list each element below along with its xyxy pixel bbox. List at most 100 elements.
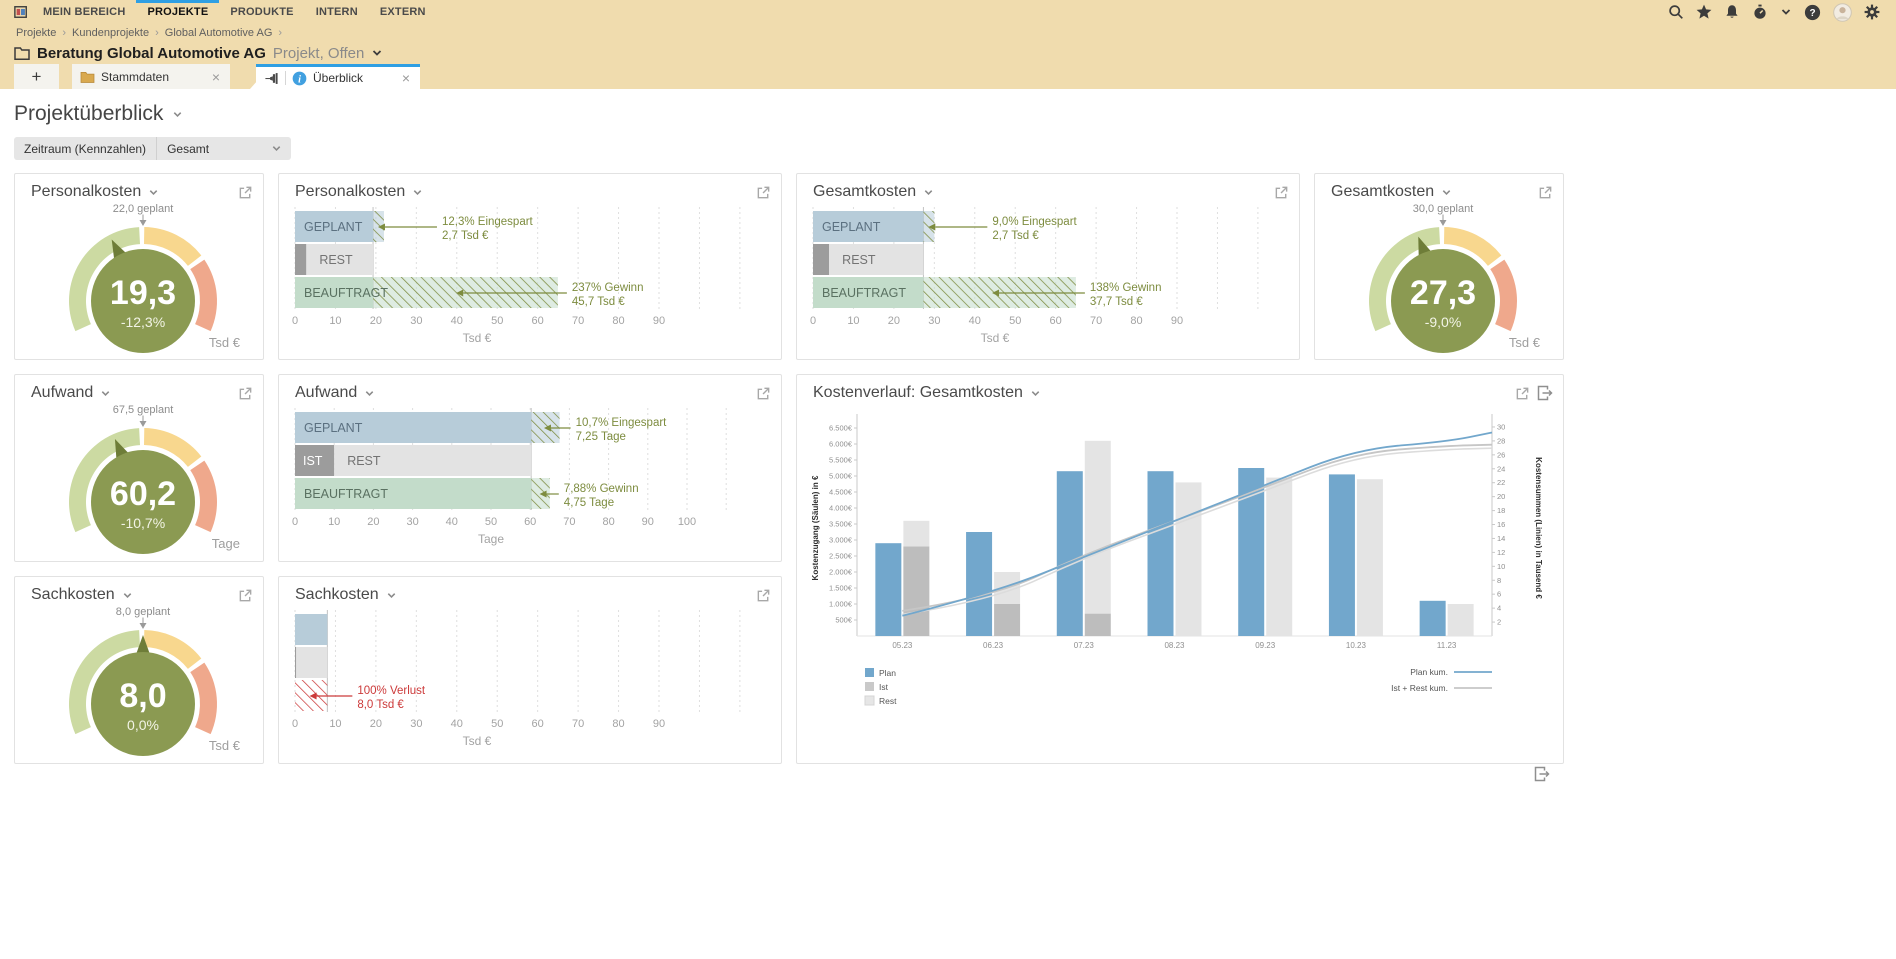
breadcrumb-item[interactable]: Global Automotive AG (165, 27, 273, 39)
close-icon[interactable]: × (210, 69, 222, 85)
svg-text:90: 90 (642, 516, 654, 528)
svg-text:08.23: 08.23 (1164, 641, 1185, 650)
timeframe-filter[interactable]: Zeitraum (Kennzahlen) Gesamt (14, 137, 292, 160)
svg-text:10: 10 (1497, 562, 1505, 571)
search-icon[interactable] (1662, 4, 1690, 20)
notifications-icon[interactable] (1718, 4, 1746, 20)
pin-icon[interactable] (264, 71, 279, 86)
nav-item-mein-bereich[interactable]: MEIN BEREICH (32, 0, 136, 24)
app-logo-icon[interactable] (10, 0, 32, 24)
svg-text:40: 40 (969, 315, 981, 327)
svg-text:19,3: 19,3 (110, 274, 176, 312)
card-title: Kostenverlauf: Gesamtkosten (813, 384, 1023, 401)
nav-item-extern[interactable]: EXTERN (369, 0, 437, 24)
svg-text:60: 60 (524, 516, 536, 528)
svg-text:2,7 Tsd €: 2,7 Tsd € (992, 230, 1039, 242)
nav-item-projekte[interactable]: PROJEKTE (136, 0, 219, 24)
svg-text:2.000€: 2.000€ (829, 568, 853, 577)
nav-item-intern[interactable]: INTERN (305, 0, 369, 24)
breadcrumb: Projekte › Kundenprojekte › Global Automotiv… (0, 24, 1896, 42)
external-link-icon[interactable] (238, 588, 253, 603)
help-icon[interactable]: ? (1798, 4, 1827, 21)
svg-text:09.23: 09.23 (1255, 641, 1276, 650)
svg-text:40: 40 (446, 516, 458, 528)
svg-text:90: 90 (653, 315, 665, 327)
svg-text:8,0: 8,0 (119, 677, 166, 715)
nav-item-produkte[interactable]: PRODUKTE (219, 0, 304, 24)
chevron-down-icon[interactable] (923, 187, 934, 198)
external-link-icon[interactable] (756, 185, 771, 200)
chevron-down-icon[interactable] (172, 109, 183, 120)
svg-text:8: 8 (1497, 576, 1501, 585)
svg-text:-9,0%: -9,0% (1425, 314, 1462, 330)
svg-text:BEAUFTRAGT: BEAUFTRAGT (304, 286, 388, 300)
export-icon[interactable] (1537, 385, 1553, 401)
chevron-down-icon[interactable] (271, 143, 282, 154)
content-area: Projektüberblick Zeitraum (Kennzahlen) G… (0, 89, 1896, 764)
breadcrumb-item[interactable]: Projekte (16, 27, 56, 39)
svg-text:5.000€: 5.000€ (829, 472, 853, 481)
chevron-down-icon[interactable] (386, 590, 397, 601)
sachkosten-bar-chart: 0 10 20 30 40 50 60 70 80 90 Tsd € 100% Verlust 8,0 … (279, 604, 781, 754)
chevron-down-icon[interactable] (1030, 388, 1041, 399)
svg-text:30: 30 (410, 315, 422, 327)
external-link-icon[interactable] (1274, 185, 1289, 200)
svg-text:12: 12 (1497, 548, 1505, 557)
chevron-down-icon[interactable] (371, 47, 383, 59)
stopwatch-icon[interactable] (1746, 4, 1774, 20)
gesamtkosten-bar-chart: 0 10 20 30 40 50 60 70 80 90 Tsd € GEPLANT 9,0% Eing… (797, 201, 1299, 351)
svg-text:27,3: 27,3 (1410, 274, 1476, 312)
svg-text:22,0 geplant: 22,0 geplant (113, 203, 174, 215)
svg-text:0: 0 (292, 718, 298, 730)
svg-text:40: 40 (451, 718, 463, 730)
external-link-icon[interactable] (756, 386, 771, 401)
close-icon[interactable]: × (400, 70, 412, 86)
svg-text:2,7 Tsd €: 2,7 Tsd € (442, 230, 489, 242)
chevron-down-icon[interactable] (1774, 6, 1798, 18)
svg-text:67,5 geplant: 67,5 geplant (113, 404, 174, 416)
svg-text:10.23: 10.23 (1346, 641, 1367, 650)
svg-text:60,2: 60,2 (110, 475, 176, 513)
chevron-down-icon[interactable] (148, 187, 159, 198)
card-aufwand-gauge: Aufwand 67,5 geplant 60,2 -10,7% Tage (14, 374, 264, 562)
svg-text:6: 6 (1497, 590, 1501, 599)
info-icon: i (292, 71, 307, 86)
tab-ueberblick[interactable]: i Überblick × (256, 64, 420, 89)
svg-text:14: 14 (1497, 534, 1505, 543)
external-link-icon[interactable] (756, 588, 771, 603)
svg-text:10: 10 (329, 718, 341, 730)
external-link-icon[interactable] (238, 185, 253, 200)
card-title: Personalkosten (31, 183, 142, 200)
aufwand-gauge-chart: 67,5 geplant 60,2 -10,7% Tage (15, 402, 263, 556)
chevron-down-icon[interactable] (122, 590, 133, 601)
topbar-icons: ? (1662, 0, 1886, 24)
svg-text:BEAUFTRAGT: BEAUFTRAGT (304, 487, 388, 501)
svg-text:50: 50 (491, 718, 503, 730)
breadcrumb-item[interactable]: Kundenprojekte (72, 27, 149, 39)
card-sachkosten-gauge: Sachkosten 8,0 geplant 8,0 0,0% Tsd € (14, 576, 264, 764)
svg-text:Tsd €: Tsd € (1509, 335, 1541, 350)
settings-icon[interactable] (1858, 4, 1886, 20)
svg-text:REST: REST (347, 454, 381, 468)
avatar[interactable] (1827, 2, 1858, 22)
svg-text:80: 80 (602, 516, 614, 528)
chevron-down-icon[interactable] (412, 187, 423, 198)
svg-text:1.000€: 1.000€ (829, 600, 853, 609)
card-title: Personalkosten (295, 183, 406, 200)
svg-text:100% Verlust: 100% Verlust (357, 685, 426, 697)
svg-text:Tsd €: Tsd € (463, 734, 492, 748)
svg-text:60: 60 (532, 315, 544, 327)
chevron-down-icon[interactable] (1441, 187, 1452, 198)
external-link-icon[interactable] (238, 386, 253, 401)
svg-text:12,3% Eingespart: 12,3% Eingespart (442, 216, 534, 228)
card-title: Aufwand (295, 384, 358, 401)
external-link-icon[interactable] (1515, 386, 1530, 401)
external-link-icon[interactable] (1538, 185, 1553, 200)
svg-text:20: 20 (370, 718, 382, 730)
page-export-icon[interactable] (1534, 766, 1550, 782)
chevron-down-icon[interactable] (364, 388, 375, 399)
star-icon[interactable] (1690, 4, 1718, 20)
chevron-down-icon[interactable] (100, 388, 111, 399)
tab-stammdaten[interactable]: Stammdaten × (72, 64, 230, 89)
new-tab-button[interactable]: + (14, 64, 59, 89)
